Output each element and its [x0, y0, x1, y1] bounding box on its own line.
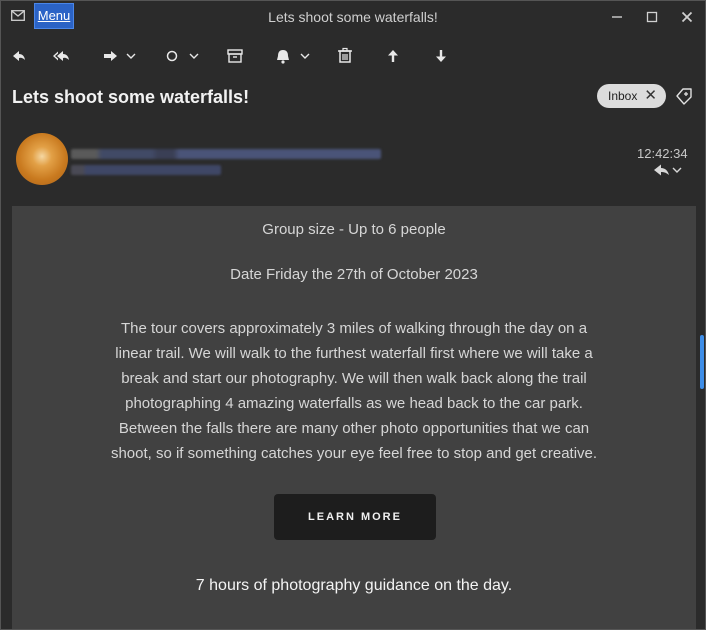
delete-button[interactable] — [335, 45, 355, 67]
trash-icon — [338, 47, 352, 63]
recipient-details-redacted — [71, 165, 221, 175]
group-size-text: Group size - Up to 6 people — [262, 221, 446, 238]
tour-description: The tour covers approximately 3 miles of… — [92, 316, 616, 466]
description-line: shoot, so if something catches your eye … — [110, 445, 598, 462]
toolbar — [1, 37, 705, 75]
archive-icon — [227, 49, 243, 63]
archive-button[interactable] — [225, 45, 245, 67]
previous-message-button[interactable] — [383, 45, 403, 67]
description-line: The tour covers approximately 3 miles of… — [120, 320, 588, 337]
folder-chip[interactable]: Inbox ✕ — [597, 84, 666, 108]
guidance-text: 7 hours of photography guidance on the d… — [195, 577, 513, 594]
close-icon[interactable] — [677, 7, 697, 27]
minimize-icon[interactable] — [607, 7, 627, 27]
mail-envelope-icon — [11, 10, 25, 21]
scrollbar-thumb[interactable] — [700, 335, 704, 389]
reply-all-button[interactable] — [51, 45, 73, 67]
reminder-button[interactable] — [273, 45, 313, 67]
next-message-button[interactable] — [431, 45, 451, 67]
description-line: Between the falls there are many other p… — [118, 420, 590, 437]
message-body: Group size - Up to 6 people Date Friday … — [12, 206, 696, 629]
reply-button[interactable] — [9, 45, 29, 67]
description-line: break and start our photography. We will… — [121, 370, 587, 387]
forward-icon — [104, 51, 117, 61]
reply-icon — [13, 51, 25, 61]
arrow-up-icon — [388, 50, 398, 62]
message-subject: Lets shoot some waterfalls! — [12, 87, 250, 107]
chevron-down-icon — [300, 53, 310, 59]
mark-read-icon — [166, 50, 178, 62]
forward-button[interactable] — [101, 45, 139, 67]
mark-button[interactable] — [163, 45, 203, 67]
sender-details-redacted — [71, 149, 381, 159]
remove-folder-icon[interactable]: ✕ — [644, 84, 657, 108]
chevron-down-icon — [126, 53, 136, 59]
date-text: Date Friday the 27th of October 2023 — [230, 266, 478, 283]
title-bar: Menu Lets shoot some waterfalls! — [1, 1, 705, 33]
add-tag-icon[interactable] — [673, 85, 695, 107]
folder-chip-label: Inbox — [608, 89, 638, 103]
chevron-down-icon — [189, 53, 199, 59]
maximize-icon[interactable] — [642, 7, 662, 27]
mail-window: Menu Lets shoot some waterfalls! Lets sh… — [0, 0, 706, 630]
bell-icon — [277, 50, 289, 64]
arrow-down-icon — [436, 50, 446, 62]
menu-button[interactable]: Menu — [34, 3, 74, 29]
sender-avatar — [16, 133, 68, 185]
description-line: linear trail. We will walk to the furthe… — [115, 345, 593, 362]
message-time: 12:42:34 — [637, 146, 688, 161]
reply-dropdown-icon[interactable] — [651, 161, 687, 179]
description-line: photographing 4 amazing waterfalls as we… — [125, 395, 583, 412]
window-title: Lets shoot some waterfalls! — [268, 9, 438, 25]
reply-all-icon — [53, 51, 69, 61]
learn-more-button[interactable]: LEARN MORE — [274, 494, 436, 540]
